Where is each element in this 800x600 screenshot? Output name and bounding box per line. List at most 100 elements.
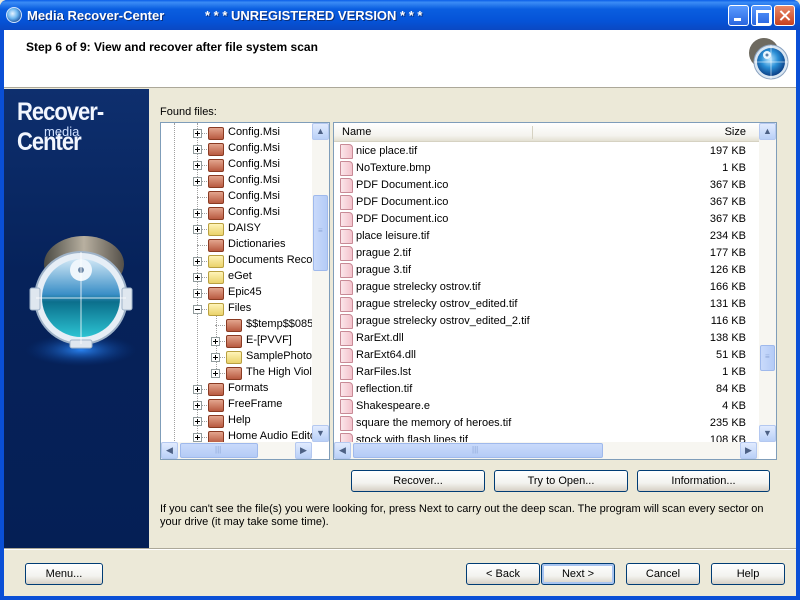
scroll-right-button[interactable]: ▶ bbox=[740, 442, 757, 459]
title-bar[interactable]: Media Recover-Center * * * UNREGISTERED … bbox=[0, 0, 800, 30]
column-header-size[interactable]: Size bbox=[725, 126, 746, 138]
tree-line bbox=[215, 325, 225, 326]
scroll-left-button[interactable]: ◀ bbox=[161, 442, 178, 459]
file-row[interactable]: prague strelecky ostrov.tif 166 KB bbox=[334, 279, 760, 296]
file-row[interactable]: prague 2.tif 177 KB bbox=[334, 245, 760, 262]
file-row[interactable]: reflection.tif 84 KB bbox=[334, 381, 760, 398]
expand-icon[interactable] bbox=[193, 273, 202, 282]
file-name: place leisure.tif bbox=[356, 230, 430, 242]
folder-icon bbox=[208, 415, 224, 428]
deep-scan-hint: If you can't see the file(s) you were lo… bbox=[160, 503, 764, 528]
file-row[interactable]: RarExt.dll 138 KB bbox=[334, 330, 760, 347]
file-row[interactable]: RarExt64.dll 51 KB bbox=[334, 347, 760, 364]
folder-icon bbox=[208, 223, 224, 236]
scroll-up-button[interactable]: ▲ bbox=[312, 123, 329, 140]
expand-icon[interactable] bbox=[193, 433, 202, 442]
expand-icon[interactable] bbox=[193, 401, 202, 410]
collapse-icon[interactable] bbox=[193, 305, 202, 314]
expand-icon[interactable] bbox=[211, 369, 220, 378]
expand-icon[interactable] bbox=[193, 145, 202, 154]
scroll-thumb[interactable]: ≡ bbox=[760, 345, 775, 371]
file-row[interactable]: PDF Document.ico 367 KB bbox=[334, 177, 760, 194]
recover-button[interactable]: Recover... bbox=[351, 470, 485, 492]
file-row[interactable]: place leisure.tif 234 KB bbox=[334, 228, 760, 245]
tree-item[interactable]: Config.Msi bbox=[161, 157, 311, 173]
scroll-thumb[interactable]: ||| bbox=[353, 443, 603, 458]
tree-item[interactable]: The High Viol bbox=[161, 365, 312, 381]
tree-item-label: E-[PVVF] bbox=[246, 334, 292, 346]
list-horizontal-scrollbar[interactable]: ◀ ||| ▶ bbox=[334, 442, 759, 459]
tree-item[interactable]: Config.Msi bbox=[161, 189, 311, 205]
tree-item[interactable]: E-[PVVF] bbox=[161, 333, 311, 349]
expand-icon[interactable] bbox=[193, 257, 202, 266]
scroll-thumb[interactable]: ≡ bbox=[313, 195, 328, 271]
tree-item[interactable]: eGet bbox=[161, 269, 311, 285]
try-to-open-button[interactable]: Try to Open... bbox=[494, 470, 628, 492]
maximize-button[interactable] bbox=[751, 5, 772, 26]
file-row[interactable]: RarFiles.lst 1 KB bbox=[334, 364, 760, 381]
minimize-button[interactable] bbox=[728, 5, 749, 26]
expand-icon[interactable] bbox=[193, 209, 202, 218]
scroll-up-button[interactable]: ▲ bbox=[759, 123, 776, 140]
tree-item[interactable]: SamplePhotos bbox=[161, 349, 318, 365]
file-size: 197 KB bbox=[709, 145, 746, 157]
tree-item[interactable]: Files bbox=[161, 301, 311, 317]
file-row[interactable]: Shakespeare.e 4 KB bbox=[334, 398, 760, 415]
recover-center-logo-icon bbox=[749, 38, 789, 80]
tree-item[interactable]: DAISY bbox=[161, 221, 311, 237]
scroll-down-button[interactable]: ▼ bbox=[759, 425, 776, 442]
tree-horizontal-scrollbar[interactable]: ◀ ||| ▶ bbox=[161, 442, 312, 459]
expand-icon[interactable] bbox=[193, 177, 202, 186]
expand-icon[interactable] bbox=[193, 417, 202, 426]
back-button[interactable]: < Back bbox=[466, 563, 540, 585]
expand-icon[interactable] bbox=[211, 337, 220, 346]
expand-icon[interactable] bbox=[193, 129, 202, 138]
next-button[interactable]: Next > bbox=[541, 563, 615, 585]
file-list[interactable]: Name Size nice place.tif 197 KB NoTexture.… bbox=[333, 122, 777, 460]
file-row[interactable]: prague strelecky ostrov_edited_2.tif 116 … bbox=[334, 313, 760, 330]
file-row[interactable]: PDF Document.ico 367 KB bbox=[334, 211, 760, 228]
list-vertical-scrollbar[interactable]: ▲ ≡ ▼ bbox=[759, 123, 776, 442]
expand-icon[interactable] bbox=[193, 161, 202, 170]
tree-item[interactable]: Epic45 bbox=[161, 285, 311, 301]
file-row[interactable]: prague strelecky ostrov_edited.tif 131 KB bbox=[334, 296, 760, 313]
file-size: 1 KB bbox=[722, 366, 746, 378]
tree-item[interactable]: Formats bbox=[161, 381, 311, 397]
scroll-left-button[interactable]: ◀ bbox=[334, 442, 351, 459]
file-size: 84 KB bbox=[716, 383, 746, 395]
tree-item[interactable]: Config.Msi bbox=[161, 205, 311, 221]
tree-item[interactable]: Config.Msi bbox=[161, 125, 311, 141]
tree-item[interactable]: Config.Msi bbox=[161, 141, 311, 157]
column-header-name[interactable]: Name bbox=[342, 126, 371, 138]
information-button[interactable]: Information... bbox=[637, 470, 770, 492]
tree-item[interactable]: FreeFrame bbox=[161, 397, 311, 413]
tree-item-label: FreeFrame bbox=[228, 398, 283, 410]
expand-icon[interactable] bbox=[193, 289, 202, 298]
file-row[interactable]: nice place.tif 197 KB bbox=[334, 143, 760, 160]
tree-item[interactable]: $$temp$$085 bbox=[161, 317, 313, 333]
folder-tree[interactable]: Config.Msi Config.Msi Config.Msi Config.Msi… bbox=[160, 122, 330, 460]
expand-icon[interactable] bbox=[211, 353, 220, 362]
close-button[interactable] bbox=[774, 5, 795, 26]
tree-item[interactable]: Config.Msi bbox=[161, 173, 311, 189]
file-size: 51 KB bbox=[716, 349, 746, 361]
tree-item[interactable]: Documents Recov bbox=[161, 253, 318, 269]
scroll-down-button[interactable]: ▼ bbox=[312, 425, 329, 442]
file-row[interactable]: square the memory of heroes.tif 235 KB bbox=[334, 415, 760, 432]
menu-button[interactable]: Menu... bbox=[25, 563, 103, 585]
tree-item[interactable]: Dictionaries bbox=[161, 237, 311, 253]
file-name: PDF Document.ico bbox=[356, 179, 449, 191]
expand-icon[interactable] bbox=[193, 385, 202, 394]
tree-vertical-scrollbar[interactable]: ▲ ≡ ▼ bbox=[312, 123, 329, 442]
tree-item[interactable]: Help bbox=[161, 413, 311, 429]
file-row[interactable]: prague 3.tif 126 KB bbox=[334, 262, 760, 279]
expand-icon[interactable] bbox=[193, 225, 202, 234]
file-row[interactable]: PDF Document.ico 367 KB bbox=[334, 194, 760, 211]
column-separator[interactable] bbox=[532, 126, 533, 139]
file-name: prague strelecky ostrov_edited_2.tif bbox=[356, 315, 530, 327]
help-button[interactable]: Help bbox=[711, 563, 785, 585]
scroll-thumb[interactable]: ||| bbox=[180, 443, 258, 458]
cancel-button[interactable]: Cancel bbox=[626, 563, 700, 585]
scroll-right-button[interactable]: ▶ bbox=[295, 442, 312, 459]
file-row[interactable]: NoTexture.bmp 1 KB bbox=[334, 160, 760, 177]
